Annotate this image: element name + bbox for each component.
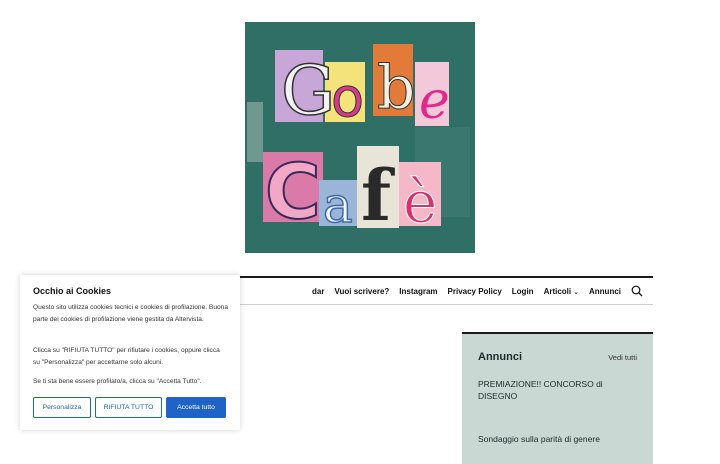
logo-letter-g: G	[281, 52, 335, 131]
customize-button[interactable]: Personalizza	[33, 397, 91, 418]
logo-letter-a: a	[323, 176, 353, 234]
nav-item-calendar[interactable]: dar	[312, 287, 324, 296]
cookie-text: Se ti sta bene essere profilato/a, clicc…	[33, 378, 202, 385]
accept-all-button[interactable]: Accetta tutto	[166, 397, 226, 418]
nav-item-login[interactable]: Login	[512, 287, 534, 296]
view-all-link[interactable]: Vedi tutti	[608, 353, 637, 362]
cookie-consent-dialog: Occhio ai Cookies Questo sito utilizza c…	[20, 275, 240, 430]
cookie-text: Clicca su "RIFIUTA TUTTO" per rifiutare …	[33, 347, 220, 367]
announcement-link[interactable]: Sondaggio sulla parità di genere	[478, 433, 608, 445]
logo-letter-f: f	[361, 154, 395, 237]
logo-letter-e: e	[419, 71, 450, 131]
nav-item-instagram[interactable]: Instagram	[399, 287, 437, 296]
announcement-link[interactable]: PREMIAZIONE!! CONCORSO di DISEGNO	[478, 378, 608, 402]
site-logo[interactable]: G o b e C a f è	[245, 22, 475, 253]
logo-letter-o: o	[331, 66, 364, 129]
logo-letter-b: b	[377, 53, 415, 123]
widget-title: Annunci	[478, 351, 522, 363]
announcements-widget: Annunci Vedi tutti PREMIAZIONE!! CONCORS…	[462, 332, 653, 464]
nav-item-annunci[interactable]: Annunci	[589, 287, 621, 296]
chevron-down-icon: ⌄	[573, 288, 579, 296]
nav-item-vuoi-scrivere[interactable]: Vuoi scrivere?	[334, 287, 389, 296]
logo-artwork: G o b e C a f è	[245, 22, 475, 253]
nav-item-privacy-policy[interactable]: Privacy Policy	[448, 287, 502, 296]
cookie-title: Occhio ai Cookies	[33, 286, 112, 296]
cookie-text: Questo sito utilizza cookies tecnici e c…	[33, 304, 228, 324]
nav-item-articoli[interactable]: Articoli ⌄	[544, 287, 579, 296]
logo-letter-c: C	[265, 147, 321, 236]
reject-all-button[interactable]: RIFIUTA TUTTO	[95, 397, 162, 418]
search-icon[interactable]	[631, 285, 643, 297]
logo-letter-e-accent: è	[403, 168, 437, 236]
nav-menu: dar Vuoi scrivere? Instagram Privacy Pol…	[302, 278, 643, 304]
